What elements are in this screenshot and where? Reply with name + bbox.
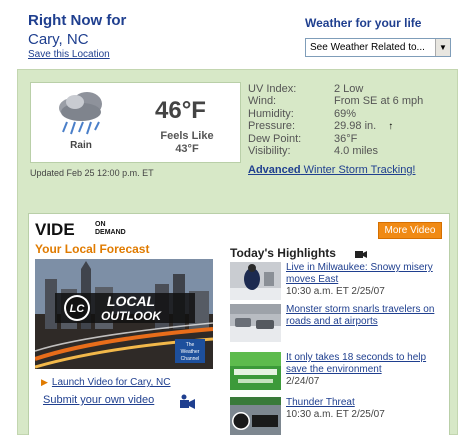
advanced-bold: Advanced bbox=[248, 164, 301, 176]
logo-demand: DEMAND bbox=[95, 229, 126, 236]
highlight-item: Live in Milwaukee: Snowy misery moves Ea… bbox=[230, 262, 445, 300]
highlight-item: It only takes 18 seconds to help save th… bbox=[230, 352, 445, 390]
detail-value: 4.0 miles bbox=[334, 144, 379, 157]
detail-value: 69% bbox=[334, 107, 357, 120]
feels-like-label: Feels Like bbox=[160, 130, 214, 142]
condition-label: Rain bbox=[70, 140, 92, 151]
city-skyline-image: LC LOCAL OUTLOOK The Weather Channel bbox=[35, 259, 213, 369]
detail-label: Wind: bbox=[248, 95, 277, 108]
video-on-demand-box: VIDE ON DEMAND More Video Your Local Fore… bbox=[28, 213, 450, 435]
advanced-storm-tracking-link[interactable]: Advanced Winter Storm Tracking! bbox=[248, 164, 416, 176]
detail-label: Humidity: bbox=[248, 107, 294, 120]
weather-channel-logo: The bbox=[186, 342, 195, 348]
highlight-item: Thunder Threat 10:30 a.m. ET 2/25/07 bbox=[230, 397, 445, 435]
highlight-thumbnail[interactable] bbox=[230, 397, 281, 435]
detail-value: From SE at 6 mph bbox=[334, 95, 424, 108]
video-camera-icon bbox=[355, 251, 367, 258]
highlight-text: Thunder Threat 10:30 a.m. ET 2/25/07 bbox=[286, 397, 444, 421]
detail-row-humidity: Humidity: 69% bbox=[248, 108, 423, 120]
video-on-demand-logo: VIDE bbox=[35, 220, 75, 240]
detail-value: 36°F bbox=[334, 132, 358, 145]
detail-label: Dew Point: bbox=[248, 132, 302, 145]
rain-cloud-icon bbox=[59, 92, 102, 135]
detail-row-pressure: Pressure: 29.98 in. ↑ bbox=[248, 120, 423, 132]
detail-label: Pressure: bbox=[248, 120, 296, 133]
save-location-link[interactable]: Save this Location bbox=[28, 49, 110, 60]
video-camera-icon[interactable] bbox=[179, 394, 197, 410]
location-name: Cary, NC bbox=[28, 31, 89, 48]
detail-row-visibility: Visibility: 4.0 miles bbox=[248, 145, 423, 157]
play-triangle-icon: ▶ bbox=[41, 377, 48, 387]
todays-highlights-title: Today's Highlights bbox=[230, 246, 336, 260]
highlight-item: Monster storm snarls travelers on roads … bbox=[230, 304, 445, 342]
detail-value: 2 Low bbox=[334, 83, 364, 95]
detail-row-dewpoint: Dew Point: 36°F bbox=[248, 133, 423, 145]
detail-label: Visibility: bbox=[248, 144, 291, 157]
local-outlook-thumbnail[interactable]: LC LOCAL OUTLOOK The Weather Channel bbox=[35, 259, 213, 369]
highlight-text: Live in Milwaukee: Snowy misery moves Ea… bbox=[286, 262, 444, 298]
current-conditions-panel: Rain 46°F Feels Like 43°F UV Index: 2 Low… bbox=[17, 69, 458, 435]
lc-logo-text: LC bbox=[70, 303, 86, 315]
detail-row-wind: Wind: From SE at 6 mph bbox=[248, 95, 423, 107]
detail-value: 29.98 in. bbox=[334, 120, 377, 133]
highlight-time: 10:30 a.m. ET 2/25/07 bbox=[286, 409, 385, 420]
detail-row-uv: UV Index: 2 Low bbox=[248, 83, 423, 95]
weather-for-life-title: Weather for your life bbox=[305, 16, 422, 30]
select-value: See Weather Related to... bbox=[310, 42, 425, 53]
highlight-text: It only takes 18 seconds to help save th… bbox=[286, 352, 444, 388]
arrow-up-icon: ↑ bbox=[388, 121, 394, 133]
highlight-link[interactable]: It only takes 18 seconds to help save th… bbox=[286, 352, 426, 375]
weather-channel-logo: Channel bbox=[181, 356, 200, 362]
more-video-button[interactable]: More Video bbox=[378, 222, 442, 239]
chevron-down-icon[interactable]: ▼ bbox=[435, 39, 450, 56]
advanced-rest: Winter Storm Tracking! bbox=[300, 164, 416, 176]
current-temperature: 46°F bbox=[155, 97, 206, 124]
highlight-time: 2/24/07 bbox=[286, 376, 320, 387]
outlook-text: OUTLOOK bbox=[101, 309, 162, 323]
logo-text: VIDE bbox=[35, 220, 75, 239]
submit-video-link[interactable]: Submit your own video bbox=[43, 394, 154, 406]
updated-timestamp: Updated Feb 25 12:00 p.m. ET bbox=[30, 168, 154, 178]
highlight-link[interactable]: Thunder Threat bbox=[286, 397, 355, 408]
weather-related-select[interactable]: See Weather Related to... ▼ bbox=[305, 38, 451, 57]
page-title: Right Now for bbox=[28, 12, 127, 29]
on-demand-text: ON DEMAND bbox=[95, 221, 126, 237]
weather-channel-logo: Weather bbox=[181, 349, 200, 355]
local-text: LOCAL bbox=[107, 293, 155, 309]
conditions-box: Rain 46°F Feels Like 43°F bbox=[30, 82, 241, 163]
local-forecast-title: Your Local Forecast bbox=[35, 242, 150, 256]
feels-like-value: 43°F bbox=[175, 143, 199, 155]
highlight-link[interactable]: Live in Milwaukee: Snowy misery moves Ea… bbox=[286, 262, 433, 285]
weather-details: UV Index: 2 Low Wind: From SE at 6 mph Hum… bbox=[248, 83, 423, 157]
highlight-thumbnail[interactable] bbox=[230, 262, 281, 300]
detail-label: UV Index: bbox=[248, 83, 297, 95]
feels-like: Feels Like 43°F bbox=[147, 130, 227, 156]
highlight-thumbnail[interactable] bbox=[230, 304, 281, 342]
highlight-time: 10:30 a.m. ET 2/25/07 bbox=[286, 286, 385, 297]
highlight-thumbnail[interactable] bbox=[230, 352, 281, 390]
highlight-link[interactable]: Monster storm snarls travelers on roads … bbox=[286, 304, 434, 327]
logo-on: ON bbox=[95, 221, 106, 228]
highlight-text: Monster storm snarls travelers on roads … bbox=[286, 304, 444, 328]
launch-video-link[interactable]: Launch Video for Cary, NC bbox=[52, 377, 171, 388]
launch-video: ▶ Launch Video for Cary, NC bbox=[41, 377, 171, 388]
